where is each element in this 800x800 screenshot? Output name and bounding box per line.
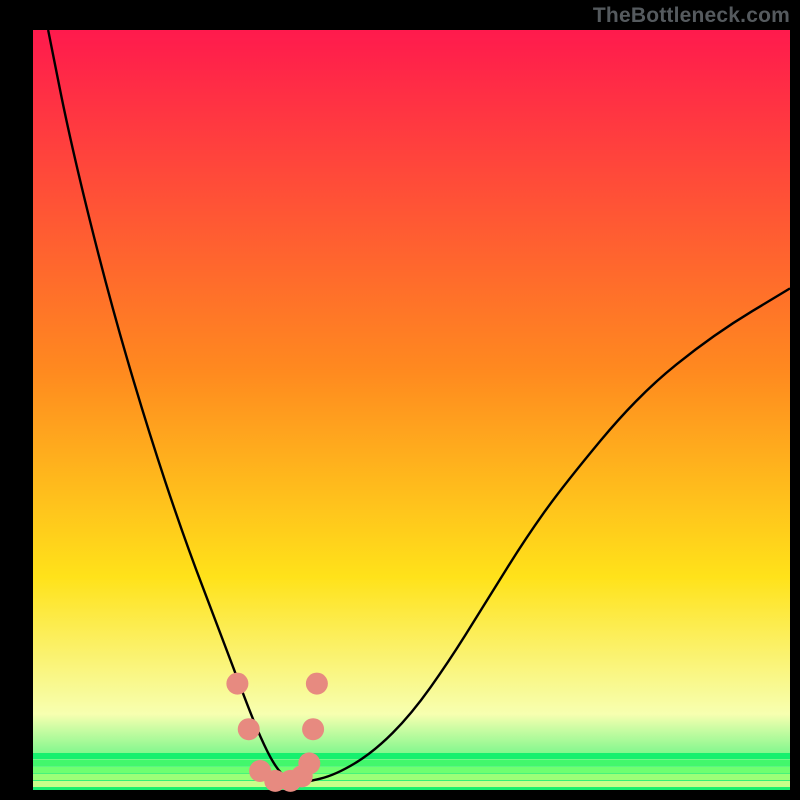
plot-background xyxy=(33,30,790,790)
marker-dot xyxy=(238,718,260,740)
bottleneck-chart xyxy=(0,0,800,800)
marker-dot xyxy=(226,673,248,695)
marker-dot xyxy=(298,752,320,774)
chart-frame: TheBottleneck.com xyxy=(0,0,800,800)
marker-dot xyxy=(302,718,324,740)
gradient-bands xyxy=(33,756,790,784)
watermark-text: TheBottleneck.com xyxy=(593,4,790,28)
marker-dot xyxy=(306,673,328,695)
